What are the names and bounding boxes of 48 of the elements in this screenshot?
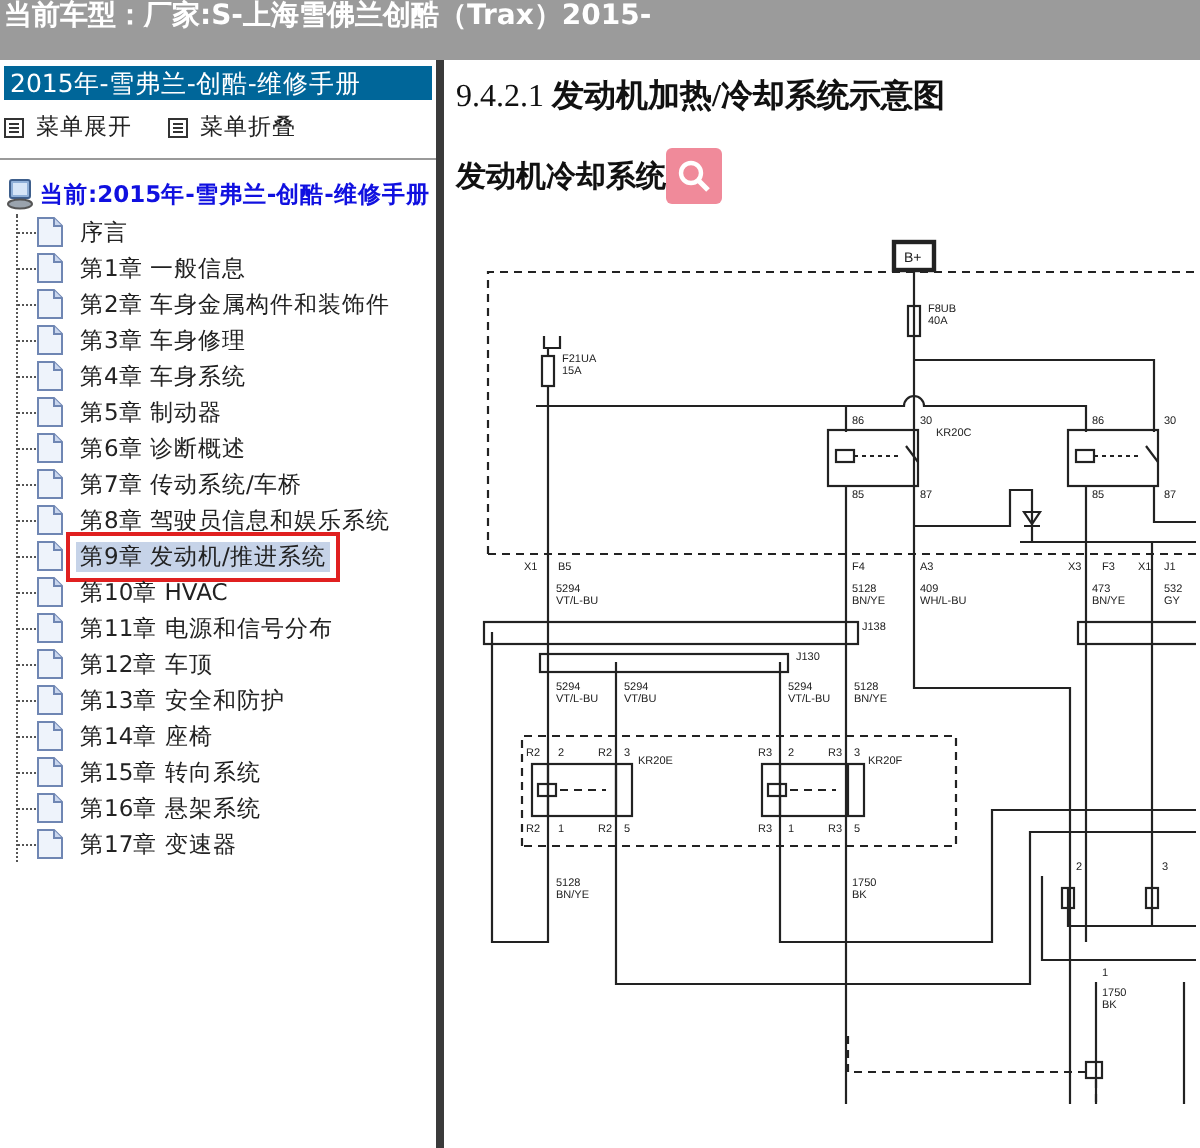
tree-item[interactable]: 第3章 车身修理 (76, 325, 250, 355)
tree-item[interactable]: 第7章 传动系统/车桥 (76, 469, 306, 499)
tree-item[interactable]: 第1章 一般信息 (76, 253, 250, 283)
menu-action-link[interactable]: 菜单折叠 (168, 108, 296, 146)
computer-icon (6, 178, 34, 210)
tree-item[interactable]: 第17章 变速器 (76, 829, 241, 859)
document-icon (36, 396, 64, 428)
list-icon (168, 117, 188, 137)
tree-item[interactable]: 第15章 转向系统 (76, 757, 265, 787)
document-icon (36, 684, 64, 716)
window-title: 当前车型：厂家:S-上海雪佛兰创酷（Trax）2015- (4, 0, 652, 32)
document-icon (36, 540, 64, 572)
tree-item[interactable]: 第4章 车身系统 (76, 361, 250, 391)
document-icon (36, 324, 64, 356)
manual-header: 2015年-雪弗兰-创酷-维修手册 (4, 66, 432, 100)
tree-item[interactable]: 第6章 诊断概述 (76, 433, 250, 463)
tree-item[interactable]: 第5章 制动器 (76, 397, 226, 427)
tree-item[interactable]: 第9章 发动机/推进系统 (76, 541, 330, 571)
document-icon (36, 828, 64, 860)
document-icon (36, 612, 64, 644)
document-icon (36, 720, 64, 752)
document-icon (36, 504, 64, 536)
section-title: 9.4.2.1 发动机加热/冷却系统示意图 (456, 76, 947, 118)
document-icon (36, 756, 64, 788)
tree-item[interactable]: 第2章 车身金属构件和装饰件 (76, 289, 394, 319)
search-icon (676, 158, 712, 194)
tree-item[interactable]: 第13章 安全和防护 (76, 685, 289, 715)
menu-action-link[interactable]: 菜单展开 (4, 108, 132, 146)
document-icon (36, 576, 64, 608)
tree-item[interactable]: 第10章 HVAC (76, 577, 232, 607)
tree-item[interactable]: 第8章 驾驶员信息和娱乐系统 (76, 505, 394, 535)
diagram-heading: 发动机冷却系统 (456, 157, 666, 195)
search-button[interactable] (666, 148, 722, 204)
document-icon (36, 252, 64, 284)
tree-root[interactable]: 当前:2015年-雪弗兰-创酷-维修手册 (40, 179, 430, 209)
tree-item[interactable]: 第14章 座椅 (76, 721, 217, 751)
document-icon (36, 360, 64, 392)
document-icon (36, 468, 64, 500)
document-icon (36, 792, 64, 824)
list-icon (4, 117, 24, 137)
document-icon (36, 648, 64, 680)
tree-item[interactable]: 序言 (76, 217, 132, 247)
tree-item[interactable]: 第12章 车顶 (76, 649, 217, 679)
tree-item[interactable]: 第11章 电源和信号分布 (76, 613, 337, 643)
tree-item[interactable]: 第16章 悬架系统 (76, 793, 265, 823)
document-icon (36, 288, 64, 320)
document-icon (36, 432, 64, 464)
document-icon (36, 216, 64, 248)
